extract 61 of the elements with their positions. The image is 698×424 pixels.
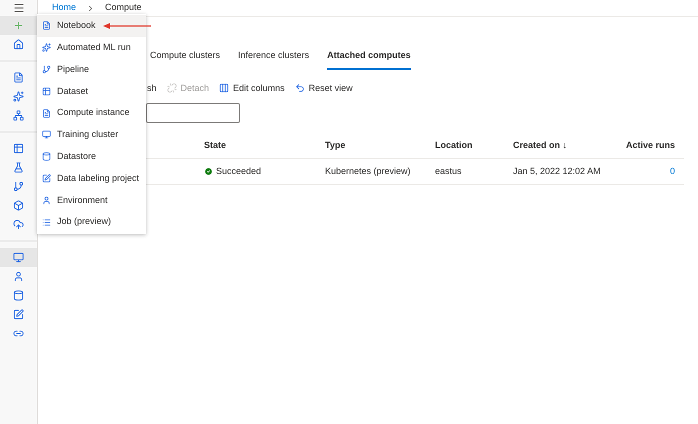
- arrow-drawing: [103, 22, 151, 30]
- column-header[interactable]: Created on ↓: [513, 138, 619, 152]
- menu-item[interactable]: Environment: [37, 189, 146, 212]
- menu-item[interactable]: Pipeline: [37, 58, 146, 80]
- menu-item[interactable]: Dataset: [37, 80, 146, 102]
- column-header[interactable]: State: [204, 138, 325, 152]
- cube-icon: [13, 200, 24, 211]
- flask-icon: [13, 162, 24, 173]
- columns-icon: [219, 83, 230, 94]
- search-field[interactable]: [146, 103, 240, 123]
- person-icon: [42, 196, 51, 205]
- branch-icon: [42, 64, 51, 74]
- tab[interactable]: Attached computes: [327, 49, 411, 70]
- sparkle-icon: [13, 91, 24, 102]
- column-header[interactable]: Active runs: [619, 138, 675, 152]
- sparkle-icon: [42, 43, 51, 52]
- table-cell-text: Kubernetes (preview): [325, 164, 412, 178]
- person-icon: [13, 271, 24, 282]
- monitor-icon: [42, 130, 51, 140]
- table-cell-text: eastus: [435, 164, 463, 178]
- edit-icon: [42, 174, 51, 183]
- cylinder-icon: [42, 152, 51, 162]
- undo-icon: [294, 83, 305, 94]
- menu-item[interactable]: Job (preview): [37, 211, 146, 233]
- menu-item[interactable]: Data labeling project: [37, 168, 146, 190]
- rail-item[interactable]: [0, 248, 37, 267]
- link-icon: [13, 328, 24, 339]
- column-header[interactable]: Location: [435, 138, 513, 152]
- menu-item[interactable]: Automated ML run: [37, 36, 146, 59]
- toolbar-button[interactable]: Reset view: [294, 82, 353, 95]
- breadcrumb-current: Compute: [105, 1, 142, 14]
- notebook-icon: [13, 72, 24, 83]
- success-icon: [204, 167, 213, 176]
- cylinder-icon: [13, 290, 24, 301]
- tab[interactable]: Compute clusters: [150, 49, 220, 70]
- cloud-icon: [13, 219, 24, 230]
- plus-icon: [13, 20, 24, 31]
- table-cell-text: Jan 5, 2022 12:02 AM: [513, 164, 602, 178]
- home-icon: [13, 39, 24, 50]
- document-icon: [42, 108, 51, 118]
- document-icon: [42, 21, 51, 30]
- table-icon: [13, 143, 24, 154]
- monitor-icon: [13, 252, 24, 263]
- state-text: Succeeded: [216, 164, 262, 178]
- column-header[interactable]: Type: [325, 138, 435, 152]
- toolbar-button[interactable]: sh: [147, 82, 157, 95]
- menu-item[interactable]: Compute instance: [37, 102, 146, 124]
- toolbar-button[interactable]: Edit columns: [219, 82, 285, 95]
- edit-icon: [13, 309, 24, 320]
- unlink-icon: [166, 83, 177, 94]
- branch-icon: [13, 181, 24, 192]
- network-icon: [13, 110, 24, 121]
- table-icon: [42, 86, 51, 96]
- menu-icon: [12, 2, 24, 14]
- menu-item[interactable]: Datastore: [37, 146, 146, 168]
- runs-link[interactable]: 0: [670, 166, 675, 176]
- list-icon: [42, 218, 51, 227]
- breadcrumb-link[interactable]: Home: [52, 1, 76, 15]
- tab[interactable]: Inference clusters: [238, 49, 310, 70]
- menu-item[interactable]: Training cluster: [37, 124, 146, 146]
- menu-item[interactable]: Notebook: [37, 15, 146, 37]
